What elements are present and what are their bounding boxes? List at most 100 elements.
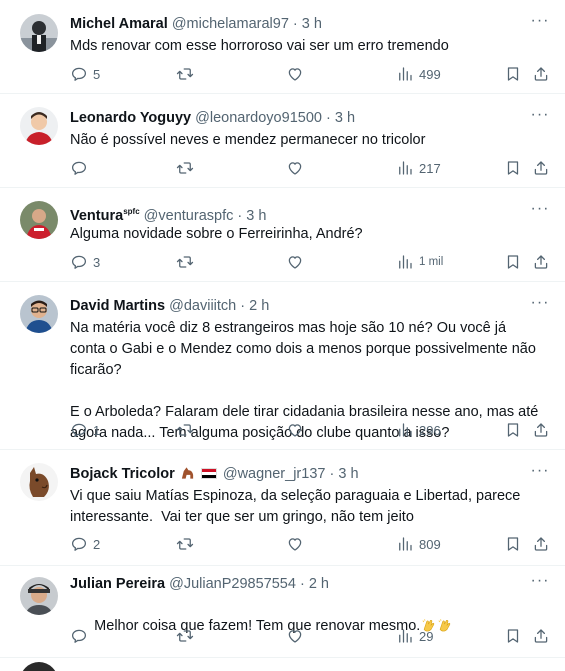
more-icon[interactable]: ··· bbox=[529, 294, 551, 316]
reply-button[interactable]: 3 bbox=[70, 252, 100, 272]
like-button[interactable] bbox=[286, 626, 304, 646]
action-bar: 1 296 bbox=[70, 420, 551, 440]
like-button[interactable] bbox=[286, 534, 304, 554]
more-icon[interactable]: ··· bbox=[529, 12, 551, 34]
user-handle[interactable]: @michelamaral97 bbox=[172, 16, 289, 32]
more-icon[interactable]: ··· bbox=[529, 572, 551, 594]
more-icon[interactable]: ··· bbox=[529, 106, 551, 128]
views-button[interactable]: 217 bbox=[396, 158, 441, 178]
views-button[interactable]: 809 bbox=[396, 534, 441, 554]
share-button[interactable] bbox=[532, 420, 550, 440]
tweet-item[interactable]: Leonardo Yoguyy @leonardoyo91500 · 3 h ·… bbox=[0, 94, 565, 188]
like-icon bbox=[286, 253, 304, 271]
retweet-button[interactable] bbox=[176, 64, 194, 84]
reply-button[interactable]: 5 bbox=[70, 64, 100, 84]
bookmark-button[interactable] bbox=[504, 626, 522, 646]
tweet-text: Mds renovar com esse horroroso vai ser u… bbox=[70, 38, 449, 54]
retweet-button[interactable] bbox=[176, 420, 194, 440]
avatar[interactable] bbox=[20, 107, 58, 145]
bookmark-button[interactable] bbox=[504, 252, 522, 272]
reply-count: 1 bbox=[93, 422, 101, 438]
display-name[interactable]: Ventura bbox=[70, 208, 123, 224]
display-name[interactable]: David Martins bbox=[70, 298, 165, 314]
tweet-text: Vi que saiu Matías Espinoza, da seleção … bbox=[70, 488, 525, 525]
display-name[interactable]: Leonardo Yoguyy bbox=[70, 110, 191, 126]
retweet-button[interactable] bbox=[176, 158, 194, 178]
tweet-item[interactable]: Julian Pereira @JulianP29857554 · 2 h ··… bbox=[0, 566, 565, 658]
avatar[interactable] bbox=[20, 295, 58, 333]
bookmark-button[interactable] bbox=[504, 534, 522, 554]
bookmark-button[interactable] bbox=[504, 64, 522, 84]
tweet-item[interactable]: Michel Amaral @michelamaral97 · 3 h ··· … bbox=[0, 0, 565, 94]
timestamp[interactable]: 3 h bbox=[302, 16, 322, 32]
bookmark-button[interactable] bbox=[504, 158, 522, 178]
avatar[interactable] bbox=[20, 662, 58, 671]
share-button[interactable] bbox=[532, 626, 550, 646]
views-button[interactable]: 296 bbox=[396, 420, 441, 440]
avatar[interactable] bbox=[20, 463, 58, 501]
views-count: 296 bbox=[419, 422, 441, 438]
tweet-header: Venturaspfc @venturaspfc · 3 h bbox=[70, 202, 525, 224]
timestamp[interactable]: 3 h bbox=[246, 208, 266, 224]
reply-button[interactable] bbox=[70, 158, 88, 178]
views-count: 499 bbox=[419, 66, 441, 82]
reply-icon bbox=[70, 65, 88, 83]
avatar[interactable] bbox=[20, 14, 58, 52]
reply-icon bbox=[70, 535, 88, 553]
timestamp[interactable]: 2 h bbox=[249, 298, 269, 314]
timestamp[interactable]: 2 h bbox=[309, 576, 329, 592]
share-button[interactable] bbox=[532, 534, 550, 554]
retweet-button[interactable] bbox=[176, 534, 194, 554]
like-button[interactable] bbox=[286, 158, 304, 178]
user-handle[interactable]: @wagner_jr137 bbox=[223, 466, 326, 482]
share-button[interactable] bbox=[532, 64, 550, 84]
timestamp[interactable]: 3 h bbox=[335, 110, 355, 126]
share-icon bbox=[532, 421, 550, 439]
like-icon bbox=[286, 159, 304, 177]
views-count: 1 mil bbox=[419, 256, 444, 268]
tweet-item[interactable]: Venturaspfc @venturaspfc · 3 h ··· Algum… bbox=[0, 188, 565, 282]
retweet-button[interactable] bbox=[176, 252, 194, 272]
action-bar: 2 809 bbox=[70, 534, 551, 554]
retweet-icon bbox=[176, 65, 194, 83]
tweet-header: Bojack Tricolor @wagner_jr137 · 3 h bbox=[70, 464, 525, 484]
user-handle[interactable]: @daviiitch bbox=[169, 298, 236, 314]
like-button[interactable] bbox=[286, 64, 304, 84]
more-icon[interactable]: ··· bbox=[529, 200, 551, 222]
display-name[interactable]: Julian Pereira bbox=[70, 576, 165, 592]
reply-count: 5 bbox=[93, 66, 101, 82]
avatar[interactable] bbox=[20, 201, 58, 239]
retweet-button[interactable] bbox=[176, 626, 194, 646]
like-button[interactable] bbox=[286, 252, 304, 272]
views-icon bbox=[396, 535, 414, 553]
views-count: 217 bbox=[419, 160, 441, 176]
tweet-item[interactable]: David Martins @daviiitch · 2 h ··· Na ma… bbox=[0, 282, 565, 450]
views-icon bbox=[396, 65, 414, 83]
display-name[interactable]: Bojack Tricolor bbox=[70, 466, 175, 482]
share-icon bbox=[532, 627, 550, 645]
views-button[interactable]: 1 mil bbox=[396, 252, 443, 272]
share-button[interactable] bbox=[532, 158, 550, 178]
like-icon bbox=[286, 421, 304, 439]
bookmark-button[interactable] bbox=[504, 420, 522, 440]
views-button[interactable]: 499 bbox=[396, 64, 441, 84]
reply-button[interactable]: 1 bbox=[70, 420, 100, 440]
like-icon bbox=[286, 627, 304, 645]
user-handle[interactable]: @JulianP29857554 bbox=[169, 576, 296, 592]
more-icon[interactable]: ··· bbox=[529, 462, 551, 484]
views-button[interactable]: 29 bbox=[396, 626, 433, 646]
user-handle[interactable]: @venturaspfc bbox=[144, 208, 234, 224]
like-button[interactable] bbox=[286, 420, 304, 440]
tweet-item[interactable]: Bojack Tricolor @wagner_jr137 · 3 h ··· … bbox=[0, 450, 565, 566]
share-button[interactable] bbox=[532, 252, 550, 272]
reply-button[interactable] bbox=[70, 626, 88, 646]
avatar[interactable] bbox=[20, 577, 58, 615]
reply-button[interactable]: 2 bbox=[70, 534, 100, 554]
bookmark-icon bbox=[504, 65, 522, 83]
action-bar: 217 bbox=[70, 158, 551, 178]
views-icon bbox=[396, 627, 414, 645]
views-count: 29 bbox=[419, 628, 434, 644]
user-handle[interactable]: @leonardoyo91500 bbox=[195, 110, 322, 126]
display-name[interactable]: Michel Amaral bbox=[70, 16, 168, 32]
timestamp[interactable]: 3 h bbox=[338, 466, 358, 482]
